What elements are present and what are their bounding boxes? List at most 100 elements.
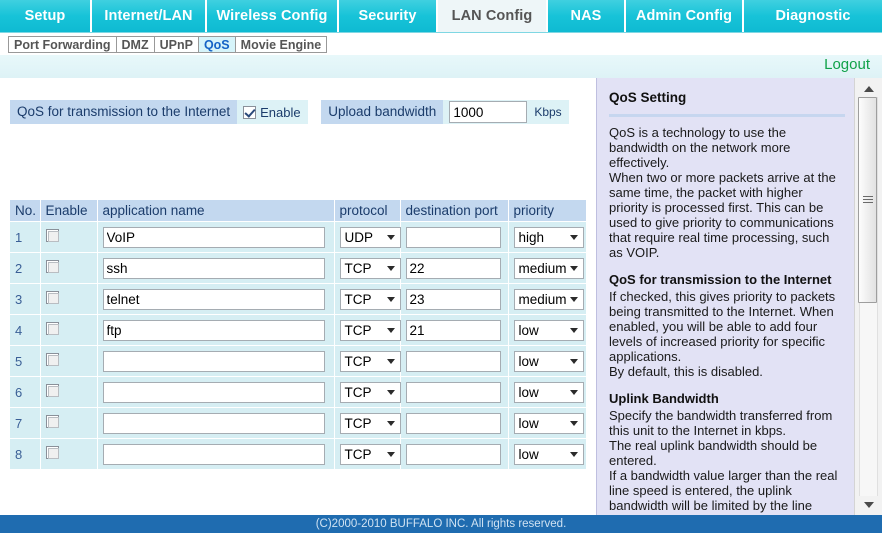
qos-transmission-control: Enable [237,100,308,124]
chevron-down-icon [386,235,395,240]
application-name-input[interactable] [102,319,325,341]
table-row: 3 TCP medium [10,283,586,315]
priority-select[interactable]: low [513,412,584,434]
column-header-enable: Enable [40,200,98,222]
main-tab-admin-config[interactable]: Admin Config [626,0,744,32]
help-panel: QoS Setting QoS is a technology to use t… [596,78,882,515]
protocol-select[interactable]: TCP [339,319,401,341]
destination-port-input[interactable] [405,257,501,279]
chevron-down-icon [386,359,395,364]
application-name-input[interactable] [102,381,325,403]
checkbox-inner [47,417,59,428]
row-port-cell [400,314,509,346]
row-enable-cell [40,345,98,377]
row-number: 8 [10,438,41,470]
chevron-down-icon [569,328,578,333]
row-application-cell [97,283,335,315]
priority-select[interactable]: low [513,443,584,465]
protocol-select[interactable]: TCP [339,443,401,465]
application-name-input[interactable] [102,226,325,248]
row-enable-checkbox[interactable] [45,260,59,273]
sub-tab-qos[interactable]: QoS [198,35,236,53]
upload-bandwidth-input[interactable] [449,101,528,123]
destination-port-input[interactable] [405,226,501,248]
checkbox-inner [47,355,59,366]
main-tab-diagnostic[interactable]: Diagnostic [744,0,882,32]
row-enable-checkbox[interactable] [45,415,59,428]
row-application-cell [97,345,335,377]
qos-transmission-label: QoS for transmission to the Internet [10,100,238,124]
protocol-select[interactable]: TCP [339,350,401,372]
sub-tab-movie-engine[interactable]: Movie Engine [235,35,328,53]
destination-port-input[interactable] [405,319,501,341]
destination-port-input[interactable] [405,381,501,403]
help-section1-title: QoS for transmission to the Internet [609,272,832,287]
row-enable-checkbox[interactable] [45,353,59,366]
priority-select[interactable]: low [513,350,584,372]
checkbox-inner [47,324,59,335]
main-tab-nas[interactable]: NAS [548,0,626,32]
row-priority-cell: low [508,407,586,439]
main-tab-lan-config[interactable]: LAN Config [438,0,548,32]
scrollbar-thumb[interactable] [858,97,877,303]
application-name-input[interactable] [102,443,325,465]
chevron-down-icon [386,452,395,457]
application-name-input[interactable] [102,288,325,310]
priority-select[interactable]: low [513,319,584,341]
destination-port-input[interactable] [405,350,501,372]
priority-select[interactable]: low [513,381,584,403]
main-tab-security[interactable]: Security [339,0,438,32]
help-scrollbar[interactable] [854,78,882,515]
row-enable-checkbox[interactable] [45,322,59,335]
sub-tab-dmz[interactable]: DMZ [116,35,155,53]
column-header-protocol: protocol [334,200,401,222]
upload-bandwidth-control: Kbps [443,100,569,124]
row-priority-cell: high [508,221,586,253]
checkbox-inner [47,262,59,273]
row-enable-checkbox[interactable] [45,229,59,242]
protocol-select[interactable]: UDP [339,226,401,248]
logout-link[interactable]: Logout [824,56,870,73]
logout-strip: Logout [0,55,882,79]
chevron-down-icon [386,328,395,333]
row-enable-cell [40,283,98,315]
application-name-input[interactable] [102,412,325,434]
main-tab-internet-lan[interactable]: Internet/LAN [92,0,207,32]
row-port-cell [400,252,509,284]
row-enable-checkbox[interactable] [45,384,59,397]
table-header-row: No. Enable application name protocol destina… [10,200,586,222]
row-enable-cell [40,314,98,346]
scroll-up-icon[interactable] [859,80,878,97]
help-intro-text: QoS is a technology to use the bandwidth… [609,125,836,260]
chevron-down-icon [569,452,578,457]
scroll-down-icon[interactable] [859,496,878,513]
priority-select[interactable]: medium [513,257,584,279]
qos-rules-table: No. Enable application name protocol destina… [10,200,586,470]
priority-select[interactable]: high [513,226,584,248]
main-tab-setup[interactable]: Setup [0,0,92,32]
application-name-input[interactable] [102,257,325,279]
application-name-input[interactable] [102,350,325,372]
protocol-select[interactable]: TCP [339,257,401,279]
row-number: 7 [10,407,41,439]
row-number: 5 [10,345,41,377]
sub-tab-upnp[interactable]: UPnP [154,35,199,53]
qos-enable-checkbox[interactable] [243,105,257,119]
row-enable-checkbox[interactable] [45,291,59,304]
main-tab-wireless-config[interactable]: Wireless Config [207,0,339,32]
priority-select[interactable]: medium [513,288,584,310]
qos-settings-form: QoS for transmission to the Internet Ena… [0,78,596,515]
destination-port-input[interactable] [405,288,501,310]
help-content: QoS Setting QoS is a technology to use t… [597,78,855,515]
sub-tab-port-forwarding[interactable]: Port Forwarding [8,35,117,53]
row-protocol-cell: UDP [334,221,401,253]
protocol-select[interactable]: TCP [339,381,401,403]
destination-port-input[interactable] [405,412,501,434]
protocol-select[interactable]: TCP [339,412,401,434]
chevron-down-icon [386,266,395,271]
chevron-down-icon [386,421,395,426]
destination-port-input[interactable] [405,443,501,465]
main-tab-bar: Setup Internet/LAN Wireless Config Security… [0,0,882,33]
protocol-select[interactable]: TCP [339,288,401,310]
row-enable-checkbox[interactable] [45,446,59,459]
